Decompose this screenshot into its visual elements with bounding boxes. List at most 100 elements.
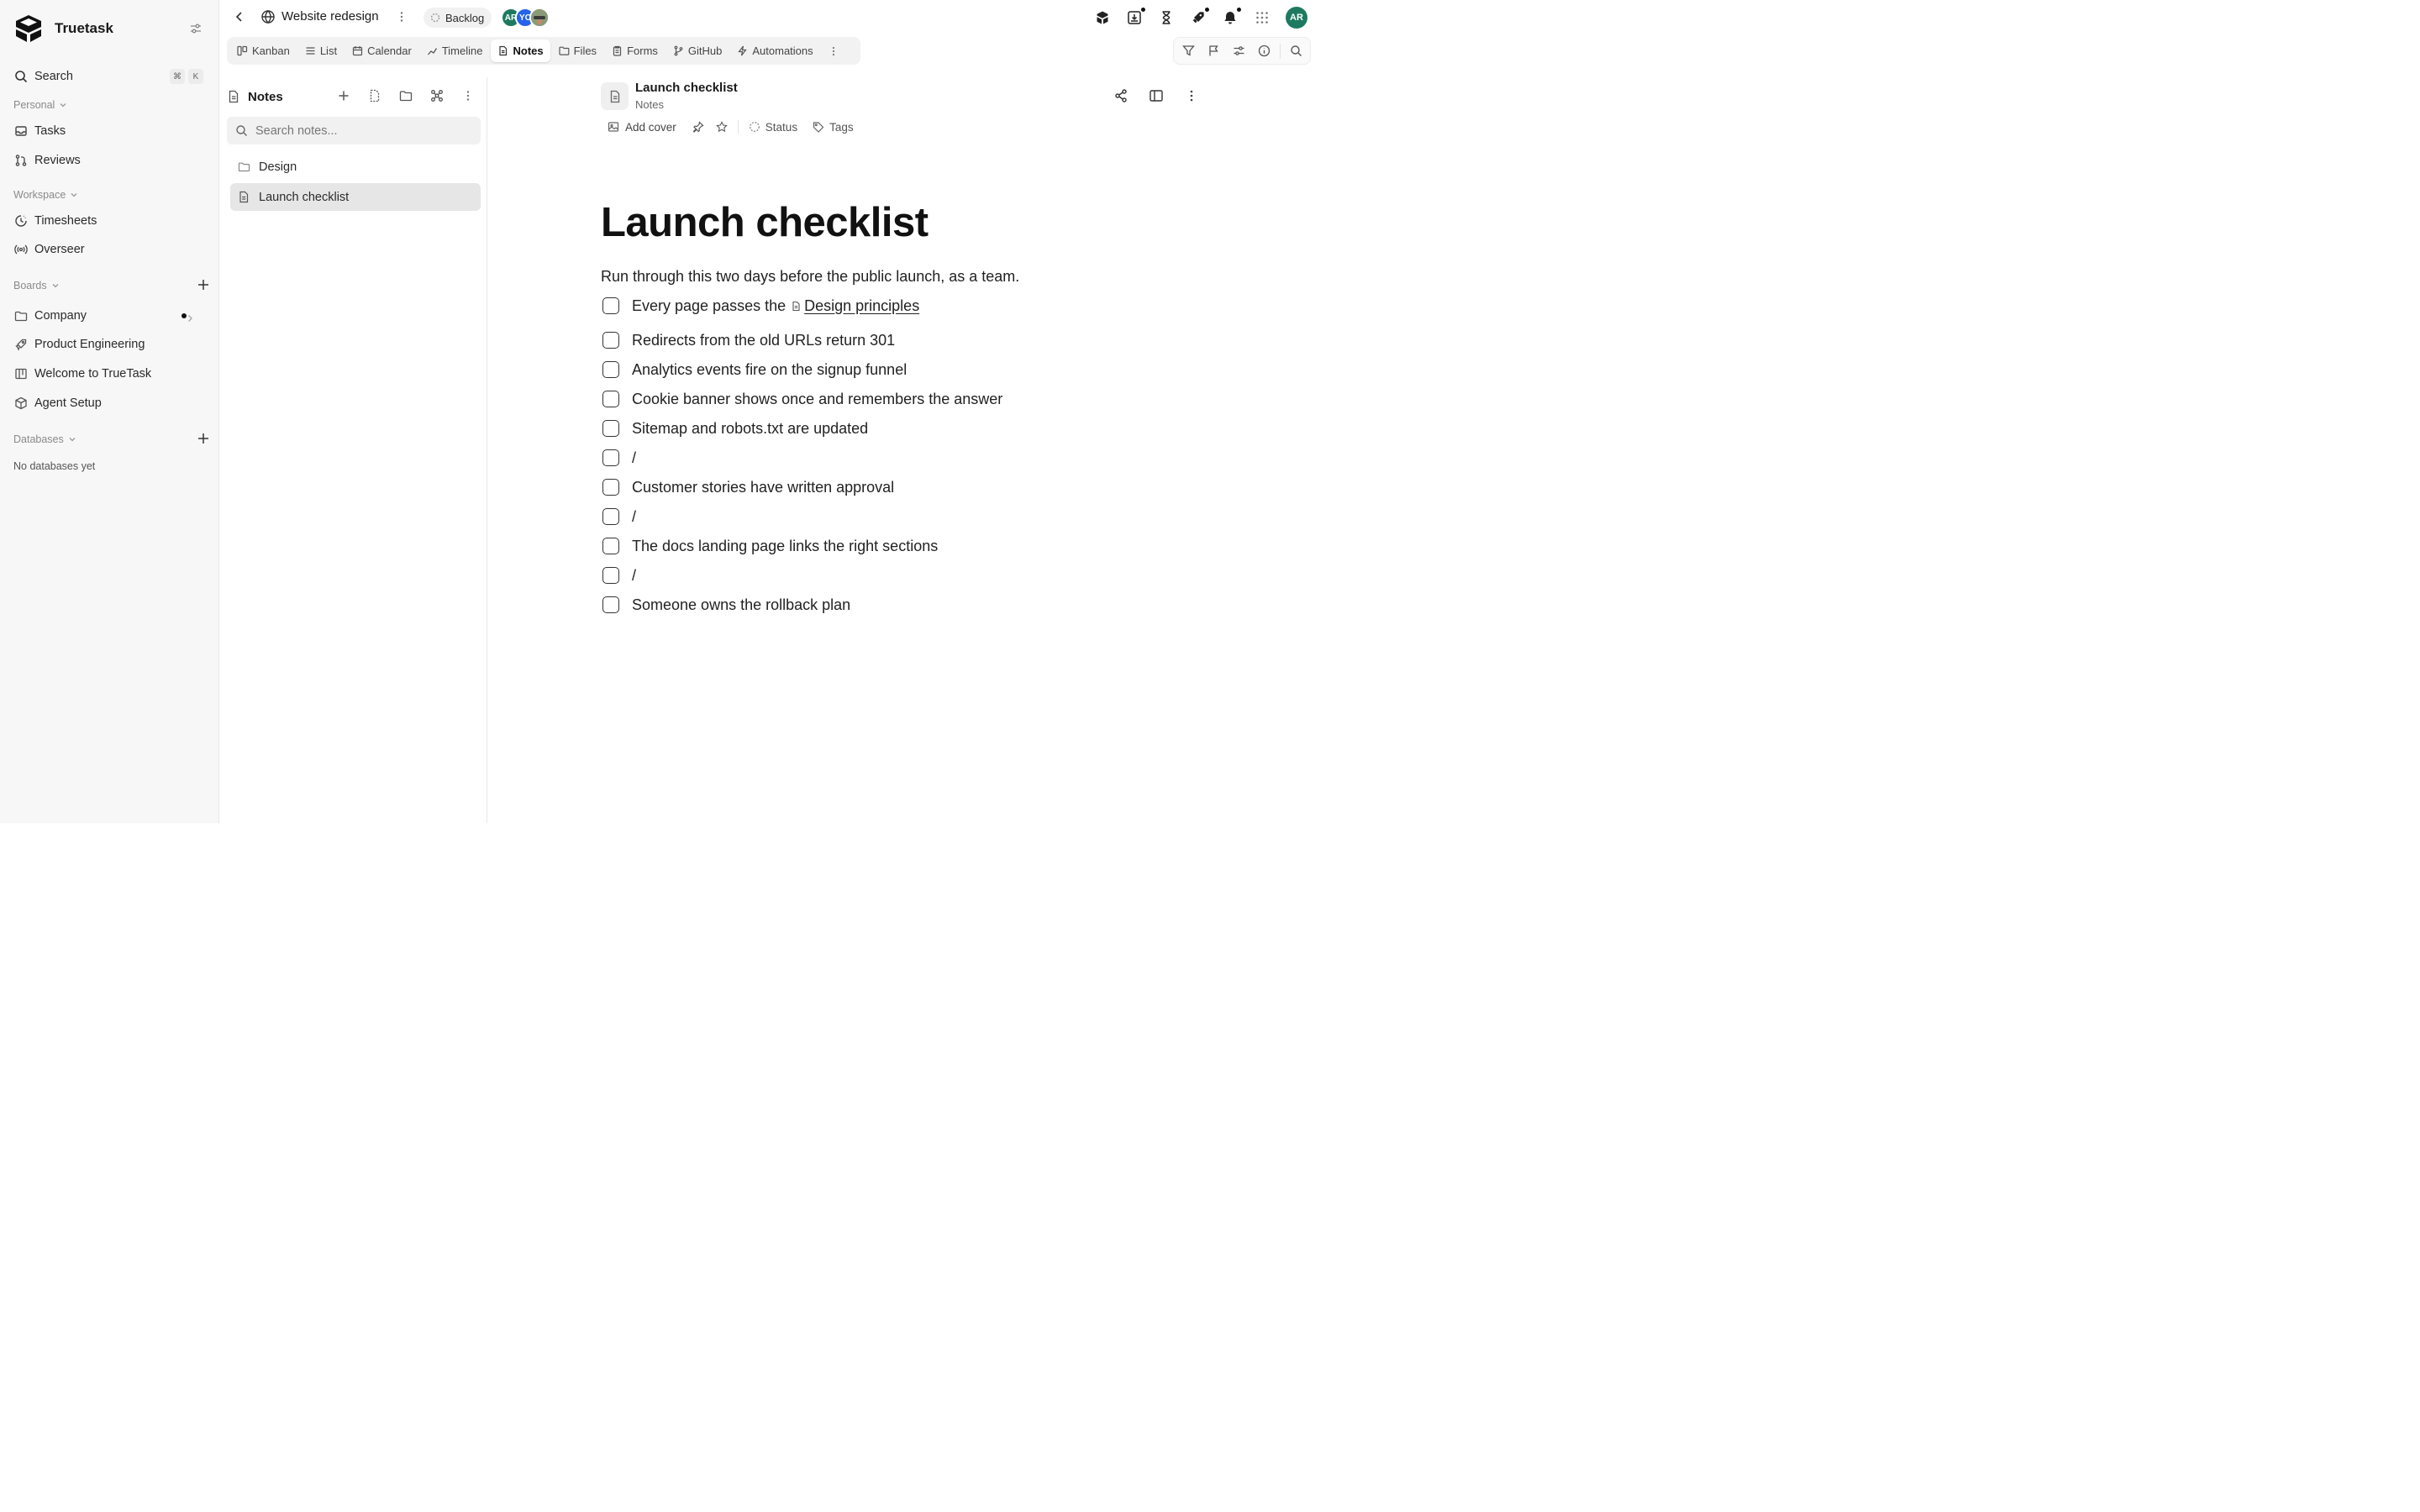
note-intro-paragraph[interactable]: Run through this two days before the pub… [601,268,1019,286]
tags-property[interactable]: Tags [813,121,854,134]
section-boards[interactable]: Boards [13,280,60,291]
plus-icon[interactable] [336,88,351,103]
tab-files[interactable]: Files [552,39,603,62]
note-mention-link[interactable]: Design principles [791,297,919,315]
add-database-button[interactable] [193,428,213,449]
apps-grid-icon[interactable] [1254,9,1270,26]
folder-icon[interactable] [398,88,413,103]
search-icon [13,69,29,84]
info-icon[interactable] [1258,45,1270,57]
checklist-item-text[interactable]: Customer stories have written approval [632,479,894,496]
checklist-item-text[interactable]: / [632,508,636,526]
checklist-item-text[interactable]: The docs landing page links the right se… [632,538,938,555]
user-avatar[interactable]: AR [1286,7,1307,29]
more-vertical-icon[interactable] [460,88,476,103]
add-board-button[interactable] [193,275,213,295]
sidebar-search[interactable]: Search ⌘ K [13,64,208,89]
truetask-logo-icon [13,13,44,44]
cube-icon[interactable] [1094,9,1111,26]
checkbox[interactable] [602,297,619,314]
sidebar-item-tasks[interactable]: Tasks [13,118,208,144]
flag-icon[interactable] [1207,45,1220,57]
more-vertical-icon[interactable] [395,10,408,24]
tab-kanban[interactable]: Kanban [230,39,297,62]
share-icon[interactable] [1113,88,1128,103]
hourglass-icon[interactable] [1158,9,1175,26]
chevron-right-icon[interactable] [182,311,197,326]
note-title[interactable]: Launch checklist [601,199,929,246]
tab-label: GitHub [687,45,723,57]
top-bar: Website redesign Backlog AR YC AR [220,0,1318,35]
chevron-down-icon [59,101,67,109]
sidebar-item-agent-setup[interactable]: Agent Setup [13,391,208,416]
checkbox[interactable] [602,479,619,496]
search-icon[interactable] [1290,45,1302,57]
more-vertical-icon[interactable] [825,43,842,60]
tab-label: Calendar [367,45,412,57]
checkbox[interactable] [602,538,619,554]
checkbox[interactable] [602,332,619,349]
tab-notes[interactable]: Notes [491,39,550,62]
notes-search-input[interactable] [255,123,466,138]
sidebar-item-product-engineering[interactable]: Product Engineering [13,332,208,357]
sidebar-item-timesheets[interactable]: Timesheets [13,208,208,234]
checklist-item-text[interactable]: Cookie banner shows once and remembers t… [632,391,1002,408]
checklist-item-text[interactable]: Every page passes the [632,297,786,315]
sidebar-item-company[interactable]: Company [13,303,208,328]
tab-timeline[interactable]: Timeline [420,39,490,62]
checklist-item-text[interactable]: Analytics events fire on the signup funn… [632,361,907,379]
more-vertical-icon[interactable] [1184,88,1199,103]
tab-github[interactable]: GitHub [666,39,729,62]
sliders-icon[interactable] [1233,45,1245,57]
section-personal[interactable]: Personal [13,99,67,111]
filter-icon[interactable] [1182,45,1195,57]
checkbox[interactable] [602,361,619,378]
star-icon[interactable] [715,121,728,133]
project-title[interactable]: Website redesign [281,9,379,24]
sliders-icon[interactable] [188,21,203,36]
new-note-dashed-icon[interactable] [367,88,382,103]
pin-icon[interactable] [692,121,704,133]
status-property[interactable]: Status [749,121,797,134]
checkbox[interactable] [602,508,619,525]
section-databases[interactable]: Databases [13,433,76,445]
sidebar-panel-icon[interactable] [1149,88,1164,103]
project-status-badge[interactable]: Backlog [424,8,492,28]
note-breadcrumb[interactable]: Notes [635,98,664,111]
sidebar-item-welcome[interactable]: Welcome to TrueTask [13,361,208,386]
note-icon-box[interactable] [601,82,629,110]
brand[interactable]: Truetask [13,13,113,44]
notes-search[interactable] [227,117,481,144]
download-tray-icon[interactable] [1126,7,1146,26]
tags-property-label: Tags [829,120,854,134]
tab-label: Forms [627,45,658,57]
tab-calendar[interactable]: Calendar [345,39,418,62]
notes-tree-folder-design[interactable]: Design [230,153,481,181]
notes-tree-note-launch-checklist[interactable]: Launch checklist [230,183,481,211]
sidebar-item-reviews[interactable]: Reviews [13,148,208,173]
graph-icon[interactable] [429,88,445,103]
rocket-launch-icon[interactable] [1190,7,1210,26]
tab-forms[interactable]: Forms [605,39,665,62]
checkbox[interactable] [602,420,619,437]
checkbox[interactable] [602,596,619,613]
back-arrow-icon[interactable] [232,9,247,24]
checkbox[interactable] [602,567,619,584]
app-name: Truetask [55,20,113,36]
bell-icon[interactable] [1222,7,1242,26]
checklist-item-text[interactable]: Sitemap and robots.txt are updated [632,420,868,438]
tab-list[interactable]: List [298,39,344,62]
view-tabs: Kanban List Calendar Timeline Notes File… [227,37,860,65]
member-avatars[interactable]: AR YC [501,8,551,28]
notification-badge [1236,7,1242,13]
checkbox[interactable] [602,449,619,466]
checklist-item-text[interactable]: Redirects from the old URLs return 301 [632,332,895,349]
tab-automations[interactable]: Automations [730,39,819,62]
checkbox[interactable] [602,391,619,407]
checklist-item-text[interactable]: / [632,449,636,467]
section-workspace[interactable]: Workspace [13,189,78,201]
add-cover-button[interactable]: Add cover [608,121,676,134]
checklist-item-text[interactable]: / [632,567,636,585]
checklist-item-text[interactable]: Someone owns the rollback plan [632,596,850,614]
sidebar-item-overseer[interactable]: Overseer [13,237,208,262]
